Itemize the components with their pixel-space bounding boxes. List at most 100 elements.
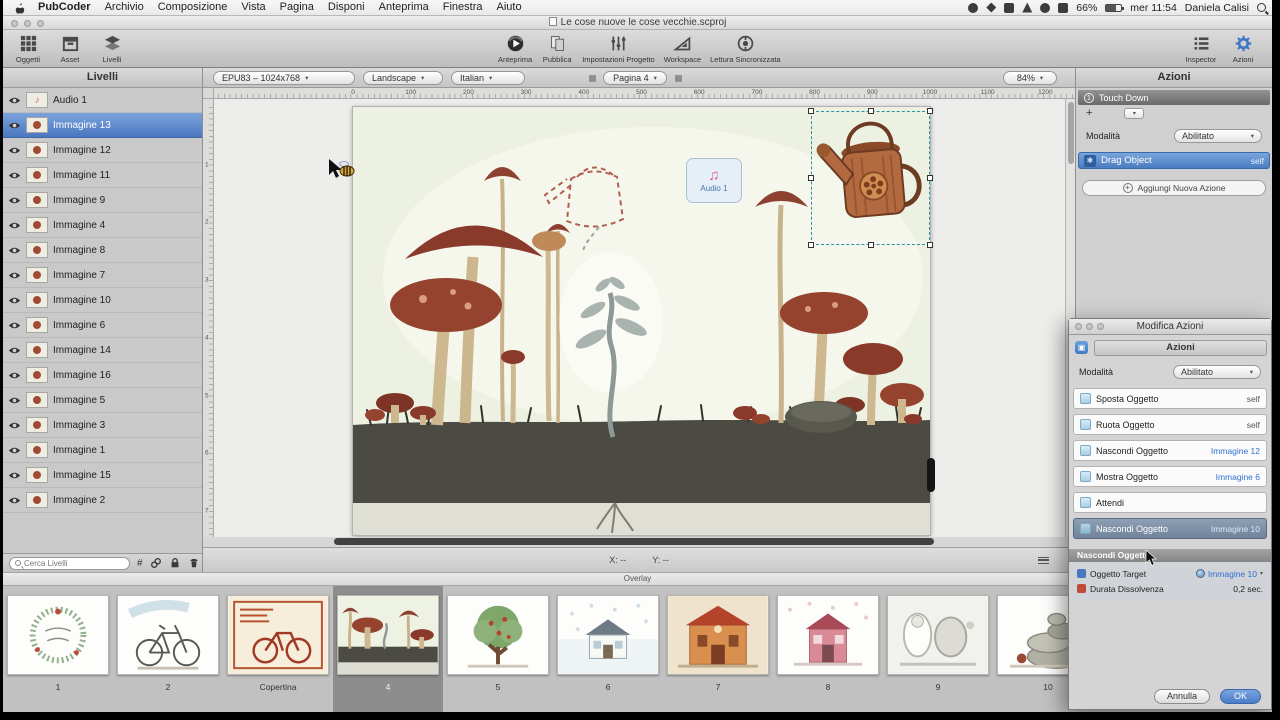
battery-icon[interactable] [1105,3,1125,12]
page-thumbnail-7[interactable]: 7 [663,586,773,712]
action-target[interactable]: Immagine 10 [1211,524,1260,534]
selection-handle-s[interactable] [867,242,874,248]
add-new-action-button[interactable]: + Aggiungi Nuova Azione [1082,180,1266,196]
menu-aiuto[interactable]: Aiuto [490,0,529,15]
event-dropdown[interactable]: ▾ [1124,108,1145,119]
event-touch-down[interactable]: 1 Touch Down [1078,90,1270,105]
action-row[interactable]: Sposta Oggetto self [1073,388,1267,409]
page-canvas[interactable]: ♫ Audio 1 [352,106,933,536]
layer-row[interactable]: Immagine 1 [3,438,202,463]
eye-icon[interactable] [8,171,21,180]
modifica-titlebar[interactable]: Modifica Azioni [1069,319,1271,335]
selection-handle-se[interactable] [927,242,933,248]
layers-search-field[interactable] [9,556,130,570]
modifica-minimize-button[interactable] [1086,323,1093,330]
modifica-zoom-button[interactable] [1097,323,1104,330]
modalita-dropdown[interactable]: Abilitato ▾ [1174,129,1262,143]
apple-menu-icon[interactable] [9,2,31,14]
action-row[interactable]: Attendi [1073,492,1267,513]
eye-icon[interactable] [8,396,21,405]
page-thumbnail-5[interactable]: 5 [443,586,553,712]
camera-icon[interactable] [968,2,979,13]
language-dropdown[interactable]: Italian ▾ [451,71,525,85]
page-next-icon[interactable] [675,75,682,82]
zoom-window-button[interactable] [37,19,44,27]
eye-icon[interactable] [8,421,21,430]
link-icon[interactable] [150,557,162,569]
page-prev-icon[interactable] [589,75,596,82]
layer-row[interactable]: Immagine 10 [3,288,202,313]
action-row[interactable]: Ruota Oggetto self [1073,414,1267,435]
layer-row[interactable]: ♪ Audio 1 [3,88,202,113]
page-thumbnail-1[interactable]: 1 [3,586,113,712]
menu-pubcoder[interactable]: PubCoder [31,0,98,15]
toolbar-button-oggetti[interactable]: Oggetti [9,32,47,65]
eye-icon[interactable] [8,271,21,280]
audio-object-badge[interactable]: ♫ Audio 1 [686,158,742,203]
layer-row[interactable]: Immagine 3 [3,413,202,438]
battery-percent[interactable]: 66% [1076,2,1097,14]
eye-icon[interactable] [8,221,21,230]
eye-icon[interactable] [8,471,21,480]
lock-icon[interactable] [169,557,181,569]
window-titlebar[interactable]: Le cose nuove le cose vecchie.scproj [3,16,1272,30]
eye-icon[interactable] [8,96,21,105]
page-thumbnail-4[interactable]: 4 [333,586,443,712]
menu-finestra[interactable]: Finestra [436,0,490,15]
menu-vista[interactable]: Vista [234,0,272,15]
layer-row[interactable]: Immagine 13 [3,113,202,138]
menu-disponi[interactable]: Disponi [321,0,372,15]
zoom-dropdown[interactable]: 84% ▾ [1003,71,1057,85]
airplay-icon[interactable] [1022,2,1033,13]
detail-value[interactable]: Immagine 10 ▾ [1195,569,1263,579]
layers-search-input[interactable] [24,558,124,568]
selection-handle-w[interactable] [808,175,814,181]
toolbar-button-lettura[interactable]: Lettura Sincronizzata [707,32,783,65]
action-drag-object[interactable]: ✱ Drag Object self [1078,152,1270,169]
statusbar-menu-icon[interactable] [1038,557,1049,564]
action-target[interactable]: Immagine 6 [1216,472,1260,482]
toolbar-button-inspector[interactable]: Inspector [1182,32,1220,65]
page-edge-handle[interactable] [927,458,935,492]
close-window-button[interactable] [11,19,18,27]
action-row[interactable]: Nascondi Oggetto Immagine 10 [1073,518,1267,539]
menubar-user[interactable]: Daniela Calisi [1185,2,1249,14]
layer-row[interactable]: Immagine 2 [3,488,202,513]
layer-row[interactable]: Immagine 5 [3,388,202,413]
trash-icon[interactable] [188,557,200,569]
layer-row[interactable]: Immagine 16 [3,363,202,388]
selection-handle-nw[interactable] [808,108,814,114]
layer-row[interactable]: Immagine 4 [3,213,202,238]
selection-handle-sw[interactable] [808,242,814,248]
modifica-modalita-dropdown[interactable]: Abilitato ▾ [1173,365,1261,379]
eye-icon[interactable] [8,371,21,380]
toolbar-button-impostazioni[interactable]: Impostazioni Progetto [579,32,658,65]
eye-icon[interactable] [8,146,21,155]
modifica-close-button[interactable] [1075,323,1082,330]
page-thumbnail-6[interactable]: 6 [553,586,663,712]
add-event-button[interactable]: + [1086,108,1092,119]
eye-icon[interactable] [8,296,21,305]
selection-handle-e[interactable] [927,175,933,181]
minimize-window-button[interactable] [24,19,31,27]
actions-tab-icon[interactable]: ▣ [1075,341,1088,354]
eye-icon[interactable] [8,321,21,330]
toolbar-button-anteprima[interactable]: Anteprima [495,32,535,65]
annulla-button[interactable]: Annulla [1153,689,1210,704]
page-thumbnail-copertina[interactable]: Copertina [223,586,333,712]
toolbar-button-workspace[interactable]: Workspace [661,32,704,65]
eye-icon[interactable] [8,121,21,130]
hash-icon[interactable]: # [137,558,143,569]
wifi-icon[interactable] [1040,2,1051,13]
menu-pagina[interactable]: Pagina [273,0,321,15]
page-dropdown[interactable]: Pagina 4 ▾ [603,71,667,85]
layer-row[interactable]: Immagine 7 [3,263,202,288]
action-row[interactable]: Mostra Oggetto Immagine 6 [1073,466,1267,487]
layer-row[interactable]: Immagine 9 [3,188,202,213]
layer-row[interactable]: Immagine 15 [3,463,202,488]
sync-icon[interactable] [986,2,997,13]
selection-handle-n[interactable] [867,108,874,114]
layer-row[interactable]: Immagine 8 [3,238,202,263]
detail-value-link[interactable]: Immagine 10 [1208,569,1257,579]
orientation-dropdown[interactable]: Landscape ▾ [363,71,443,85]
